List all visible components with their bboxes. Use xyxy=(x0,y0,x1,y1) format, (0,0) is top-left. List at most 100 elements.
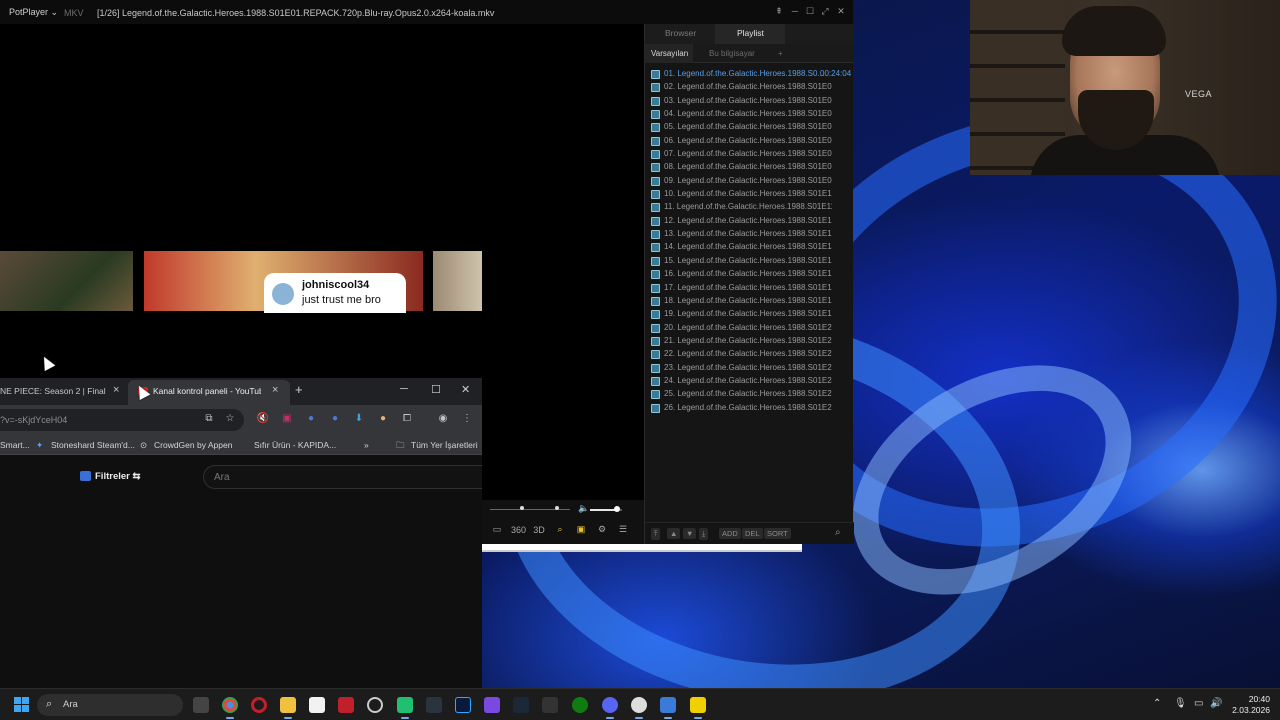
playlist-item[interactable]: 09. Legend.of.the.Galactic.Heroes.1988.S… xyxy=(645,175,854,188)
move-bottom-icon[interactable]: ⤓ xyxy=(699,528,709,540)
tray-overflow-icon[interactable]: ⌃ xyxy=(1153,698,1161,709)
photoshop-icon[interactable] xyxy=(455,697,471,713)
minimize-icon[interactable]: ─ xyxy=(400,383,408,395)
bookmark-item[interactable]: Stoneshard Steam'd... xyxy=(51,440,135,450)
playlist-item[interactable]: 02. Legend.of.the.Galactic.Heroes.1988.S… xyxy=(645,81,854,94)
search-input[interactable]: Ara xyxy=(203,465,482,489)
app-icon[interactable] xyxy=(426,697,442,713)
360-icon[interactable]: 360 xyxy=(511,525,526,535)
bookmark-item[interactable]: Sıfır Ürün - KAPIDA... xyxy=(254,440,336,450)
playlist-item[interactable]: 17. Legend.of.the.Galactic.Heroes.1988.S… xyxy=(645,282,854,295)
move-down-icon[interactable]: ▼ xyxy=(683,528,697,539)
steam-icon[interactable] xyxy=(513,697,529,713)
add-button[interactable]: ADD xyxy=(719,528,741,539)
move-top-icon[interactable]: ⤒ xyxy=(651,528,661,540)
seek-marker[interactable] xyxy=(520,506,524,510)
playlist-item[interactable]: 16. Legend.of.the.Galactic.Heroes.1988.S… xyxy=(645,268,854,281)
opera-icon[interactable] xyxy=(251,697,267,713)
all-bookmarks[interactable]: Tüm Yer İşaretleri xyxy=(411,440,478,450)
sort-button[interactable]: SORT xyxy=(764,528,791,539)
playlist-item[interactable]: 19. Legend.of.the.Galactic.Heroes.1988.S… xyxy=(645,308,854,321)
subtab-default[interactable]: Varsayılan xyxy=(651,49,688,58)
app-icon[interactable] xyxy=(397,697,413,719)
download-icon[interactable]: ⬇ xyxy=(352,413,366,424)
video-thumbnail[interactable] xyxy=(0,251,133,311)
screen-icon[interactable]: ▭ xyxy=(490,524,504,535)
app-icon[interactable] xyxy=(484,697,500,713)
playlist-item[interactable]: 25. Legend.of.the.Galactic.Heroes.1988.S… xyxy=(645,388,854,401)
extensions-icon[interactable]: ⧠ xyxy=(400,413,414,424)
close-tab-icon[interactable]: × xyxy=(113,384,119,396)
delete-button[interactable]: DEL xyxy=(742,528,763,539)
playlist-item[interactable]: 24. Legend.of.the.Galactic.Heroes.1988.S… xyxy=(645,375,854,388)
menu-icon[interactable]: ☰ xyxy=(616,524,630,535)
fullscreen-icon[interactable]: ⤢ xyxy=(818,6,832,17)
more-menu-icon[interactable]: ⋮ xyxy=(460,413,474,424)
subtitle-icon[interactable]: ▣ xyxy=(574,524,588,535)
store-icon[interactable] xyxy=(309,697,325,713)
chrome-icon[interactable] xyxy=(222,697,238,719)
windows-start-icon[interactable] xyxy=(14,697,30,713)
close-tab-icon[interactable]: × xyxy=(272,384,278,396)
task-view-icon[interactable] xyxy=(193,697,209,713)
playlist-item[interactable]: 11. Legend.of.the.Galactic.Heroes.1988.S… xyxy=(645,201,854,214)
app-icon[interactable] xyxy=(338,697,354,713)
extension-icon[interactable]: ● xyxy=(376,413,390,424)
add-subtab-button[interactable]: + xyxy=(778,49,783,58)
mute-icon[interactable]: 🔇 xyxy=(256,413,270,424)
playlist-item[interactable]: 14. Legend.of.the.Galactic.Heroes.1988.S… xyxy=(645,241,854,254)
playlist-item[interactable]: 01. Legend.of.the.Galactic.Heroes.1988.S… xyxy=(645,68,854,81)
volume-icon[interactable]: 🔈 xyxy=(578,503,589,514)
seek-marker[interactable] xyxy=(555,506,559,510)
playlist-item[interactable]: 21. Legend.of.the.Galactic.Heroes.1988.S… xyxy=(645,335,854,348)
app-icon[interactable] xyxy=(660,697,676,719)
bookmark-item[interactable]: CrowdGen by Appen xyxy=(154,440,232,450)
file-explorer-icon[interactable] xyxy=(280,697,296,719)
playlist-item[interactable]: 07. Legend.of.the.Galactic.Heroes.1988.S… xyxy=(645,148,854,161)
playlist-item[interactable]: 20. Legend.of.the.Galactic.Heroes.1988.S… xyxy=(645,322,854,335)
tab-channel-dashboard[interactable]: Kanal kontrol paneli - YouTube xyxy=(153,386,261,396)
3d-icon[interactable]: 3D xyxy=(532,525,546,535)
install-icon[interactable]: ⧉ xyxy=(202,413,216,424)
bookmark-star-icon[interactable]: ☆ xyxy=(223,413,237,424)
playlist-item[interactable]: 03. Legend.of.the.Galactic.Heroes.1988.S… xyxy=(645,95,854,108)
playlist-item[interactable]: 04. Legend.of.the.Galactic.Heroes.1988.S… xyxy=(645,108,854,121)
search-icon[interactable]: ⌕ xyxy=(835,527,841,538)
playlist-item[interactable]: 15. Legend.of.the.Galactic.Heroes.1988.S… xyxy=(645,255,854,268)
playlist-item[interactable]: 13. Legend.of.the.Galactic.Heroes.1988.S… xyxy=(645,228,854,241)
playlist-item[interactable]: 18. Legend.of.the.Galactic.Heroes.1988.S… xyxy=(645,295,854,308)
playlist-item[interactable]: 08. Legend.of.the.Galactic.Heroes.1988.S… xyxy=(645,161,854,174)
tab-playlist[interactable]: Playlist xyxy=(737,28,764,38)
video-thumbnail[interactable] xyxy=(433,251,482,311)
app-icon[interactable] xyxy=(367,697,383,713)
capture-icon[interactable]: ⌕ xyxy=(553,524,567,535)
move-up-icon[interactable]: ▲ xyxy=(667,528,681,539)
extension-icon[interactable]: ▣ xyxy=(280,413,294,424)
playlist-item[interactable]: 06. Legend.of.the.Galactic.Heroes.1988.S… xyxy=(645,135,854,148)
tab-one-piece[interactable]: NE PIECE: Season 2 | Final Tra xyxy=(0,386,106,396)
playlist-item[interactable]: 12. Legend.of.the.Galactic.Heroes.1988.S… xyxy=(645,215,854,228)
playlist-item[interactable]: 22. Legend.of.the.Galactic.Heroes.1988.S… xyxy=(645,348,854,361)
potplayer-icon[interactable] xyxy=(690,697,706,719)
xbox-icon[interactable] xyxy=(572,697,588,713)
subtab-this-pc[interactable]: Bu bilgisayar xyxy=(709,49,755,58)
volume-knob[interactable] xyxy=(614,506,621,512)
minimize-icon[interactable]: ─ xyxy=(788,6,802,16)
potplayer-titlebar[interactable]: PotPlayer ⌄ MKV [1/26] Legend.of.the.Gal… xyxy=(0,0,853,24)
pin-icon[interactable]: ⇞ xyxy=(772,6,786,17)
maximize-icon[interactable]: ☐ xyxy=(431,383,441,396)
close-icon[interactable]: ✕ xyxy=(834,6,848,17)
playlist-item[interactable]: 26. Legend.of.the.Galactic.Heroes.1988.S… xyxy=(645,402,854,415)
display-icon[interactable]: ▭ xyxy=(1194,698,1203,709)
profile-avatar[interactable]: ◉ xyxy=(436,413,450,424)
epic-games-icon[interactable] xyxy=(542,697,558,713)
filters-button[interactable]: Filtreler ⇆ xyxy=(80,471,140,482)
extension-icon[interactable]: ● xyxy=(328,413,342,424)
playlist-item[interactable]: 10. Legend.of.the.Galactic.Heroes.1988.S… xyxy=(645,188,854,201)
new-tab-button[interactable]: + xyxy=(295,382,303,397)
bookmarks-overflow-button[interactable]: » xyxy=(364,440,369,450)
potplayer-menu-button[interactable]: PotPlayer ⌄ xyxy=(9,7,58,18)
speaker-icon[interactable]: 🔊 xyxy=(1210,698,1222,709)
app-icon[interactable] xyxy=(631,697,647,719)
settings-icon[interactable]: ⚙ xyxy=(595,524,609,535)
